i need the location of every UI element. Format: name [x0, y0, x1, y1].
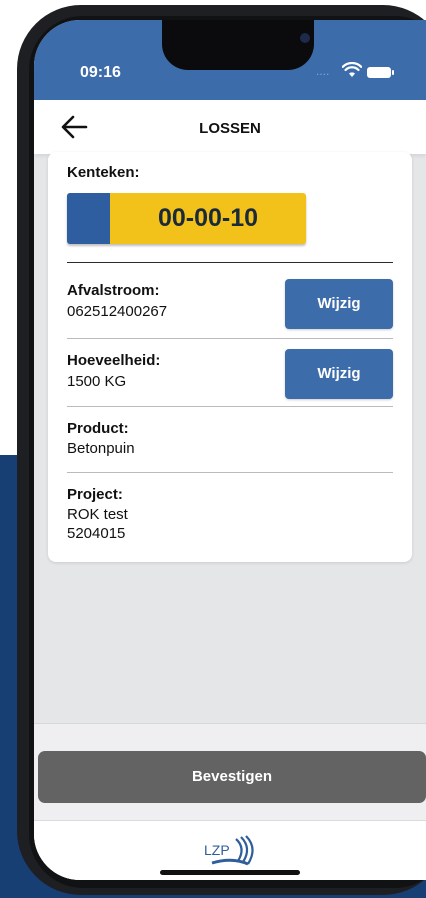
afvalstroom-value: 062512400267 [67, 303, 168, 320]
project-label: Project: [67, 486, 123, 503]
notch [162, 20, 314, 70]
product-label: Product: [67, 420, 129, 437]
kenteken-label: Kenteken: [67, 164, 140, 181]
lossen-details-card: Kenteken: 00-00-10 Afvalstroom: 06251240… [48, 152, 412, 562]
logo-text: LZP [204, 842, 230, 858]
wijzig-afvalstroom-button[interactable]: Wijzig [285, 279, 393, 329]
lzp-logo: LZP [204, 835, 254, 866]
plate-country-strip [67, 193, 110, 244]
battery-icon [367, 67, 394, 78]
project-number: 5204015 [67, 525, 126, 542]
wifi-icon [342, 62, 362, 77]
bevestigen-button[interactable]: Bevestigen [38, 751, 426, 803]
status-time: 09:16 [80, 64, 121, 81]
navigation-bar: LOSSEN [34, 100, 426, 154]
home-indicator[interactable] [160, 870, 300, 875]
divider [67, 338, 393, 339]
license-plate-number: 00-00-10 [157, 204, 259, 232]
project-name: ROK test [67, 506, 128, 523]
wijzig-hoeveelheid-button[interactable]: Wijzig [285, 349, 393, 399]
camera-icon [300, 33, 310, 43]
license-plate: 00-00-10 [67, 193, 306, 244]
product-value: Betonpuin [67, 440, 135, 457]
divider [67, 472, 393, 473]
divider [67, 262, 393, 263]
status-bar: 09:16 .... [34, 20, 426, 100]
hoeveelheid-value: 1500 KG [67, 373, 127, 390]
page-title: LOSSEN [199, 120, 261, 137]
app-screen: 09:16 .... LOSSEN Kenteken: 00-00-10 Afv… [34, 20, 426, 880]
divider [67, 406, 393, 407]
hoeveelheid-label: Hoeveelheid: [67, 352, 161, 369]
stage: 09:16 .... LOSSEN Kenteken: 00-00-10 Afv… [0, 0, 426, 898]
afvalstroom-label: Afvalstroom: [67, 282, 160, 299]
signal-icon: .... [316, 64, 330, 78]
